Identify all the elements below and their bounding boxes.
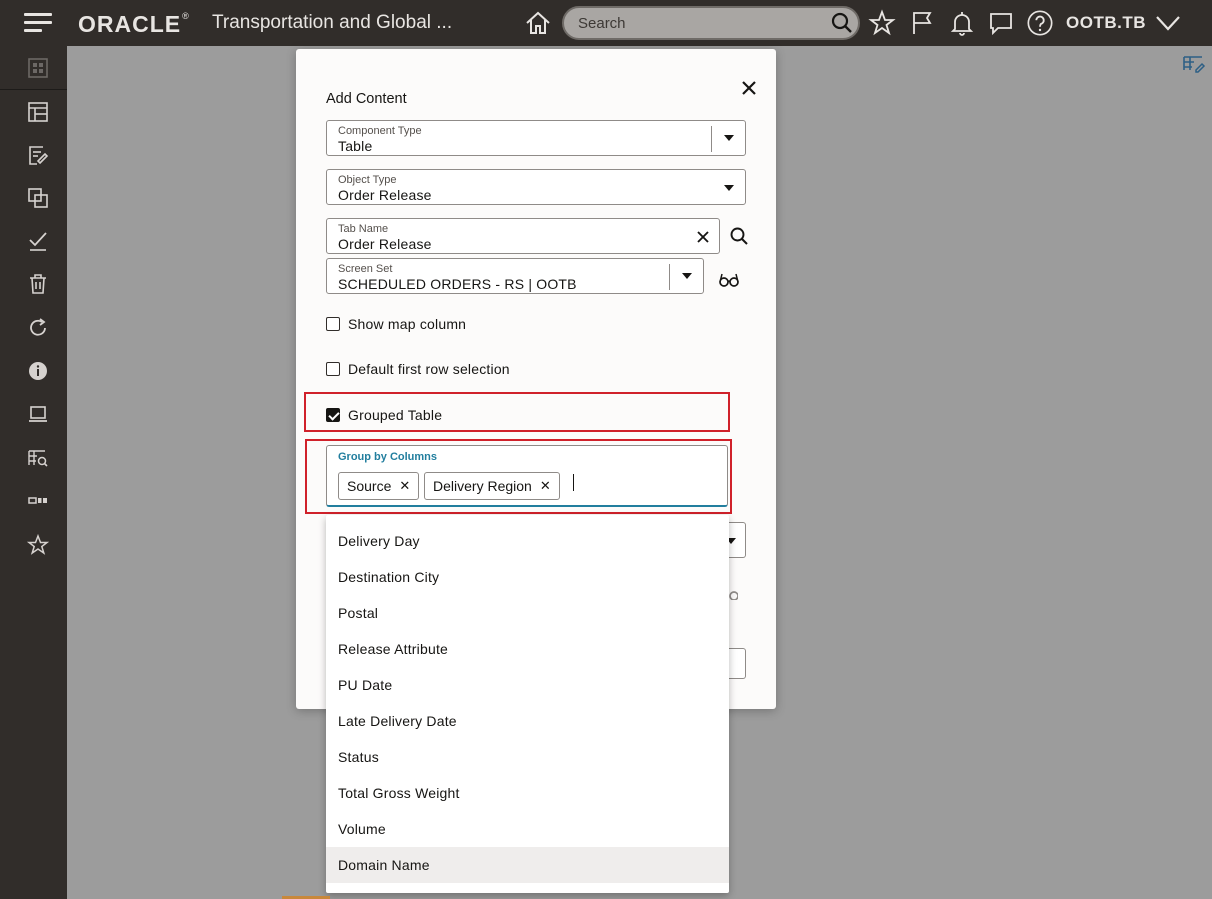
- obscured-select[interactable]: [726, 522, 746, 558]
- tab-name-search-icon[interactable]: [729, 226, 749, 246]
- tab-name-input[interactable]: Tab Name Order Release: [326, 218, 720, 254]
- component-type-label: Component Type: [338, 125, 422, 137]
- obscured-button[interactable]: [726, 648, 746, 679]
- dropdown-option[interactable]: Total Gross Weight: [326, 775, 729, 811]
- tab-name-value: Order Release: [338, 236, 432, 252]
- dropdown-option[interactable]: Postal: [326, 595, 729, 631]
- group-by-highlight: [305, 439, 732, 514]
- user-menu-label[interactable]: OOTB.TB: [1066, 13, 1146, 33]
- laptop-icon[interactable]: [24, 400, 52, 428]
- info-icon[interactable]: [24, 357, 52, 385]
- favorites-star-icon[interactable]: [868, 9, 896, 37]
- screen-set-value: SCHEDULED ORDERS - RS | OOTB: [338, 276, 577, 292]
- top-bar: ORACLE® Transportation and Global ... OO…: [0, 0, 1212, 46]
- object-type-label: Object Type: [338, 174, 397, 186]
- edit-page-icon[interactable]: [24, 141, 52, 169]
- chevron-down-icon[interactable]: [724, 185, 734, 191]
- table-settings-icon[interactable]: [1182, 54, 1206, 74]
- screen-set-label: Screen Set: [338, 263, 393, 275]
- notifications-bell-icon[interactable]: [948, 9, 976, 37]
- screen-set-select[interactable]: Screen Set SCHEDULED ORDERS - RS | OOTB: [326, 258, 704, 294]
- tab-name-label: Tab Name: [338, 223, 389, 235]
- dropdown-option[interactable]: Volume: [326, 811, 729, 847]
- approve-check-icon[interactable]: [24, 227, 52, 255]
- select-separator: [669, 264, 670, 290]
- group-by-options-dropdown: Delivery Day Destination City Postal Rel…: [326, 515, 729, 893]
- default-first-row-option[interactable]: Default first row selection: [326, 361, 510, 377]
- show-map-column-checkbox[interactable]: [326, 317, 340, 331]
- close-icon[interactable]: [738, 77, 760, 99]
- hamburger-menu-icon[interactable]: [24, 13, 52, 33]
- table-search-icon[interactable]: [24, 444, 52, 472]
- component-type-select[interactable]: Component Type Table: [326, 120, 746, 156]
- clear-icon[interactable]: [695, 229, 711, 245]
- search-input[interactable]: [578, 14, 828, 32]
- dropdown-option[interactable]: Release Attribute: [326, 631, 729, 667]
- dropdown-option[interactable]: Delivery Day: [326, 523, 729, 559]
- dropdown-option[interactable]: PU Date: [326, 667, 729, 703]
- dropdown-option[interactable]: Destination City: [326, 559, 729, 595]
- component-type-value: Table: [338, 138, 373, 154]
- view-glasses-icon[interactable]: [718, 270, 740, 290]
- app-title[interactable]: Transportation and Global ...: [212, 12, 452, 34]
- components-icon[interactable]: [24, 487, 52, 515]
- dashboard-grid-icon[interactable]: [24, 54, 52, 82]
- oracle-logo: ORACLE®: [78, 11, 190, 37]
- favorites-star-icon[interactable]: [24, 531, 52, 559]
- home-icon[interactable]: [524, 9, 552, 37]
- chat-icon[interactable]: [987, 9, 1015, 37]
- refresh-icon[interactable]: [24, 314, 52, 342]
- dialog-title: Add Content: [326, 91, 407, 107]
- copy-icon[interactable]: [24, 184, 52, 212]
- dropdown-option[interactable]: Late Delivery Date: [326, 703, 729, 739]
- left-navigation-rail: [0, 46, 67, 899]
- search-box: [562, 6, 860, 40]
- flag-icon[interactable]: [908, 9, 936, 37]
- object-type-select[interactable]: Object Type Order Release: [326, 169, 746, 205]
- dropdown-option[interactable]: Status: [326, 739, 729, 775]
- help-icon[interactable]: [1026, 9, 1054, 37]
- default-first-row-checkbox[interactable]: [326, 362, 340, 376]
- layout-panels-icon[interactable]: [24, 98, 52, 126]
- dropdown-option-hovered[interactable]: Domain Name: [326, 847, 729, 883]
- object-type-value: Order Release: [338, 187, 432, 203]
- chevron-down-icon[interactable]: [682, 273, 692, 279]
- grouped-table-highlight: [304, 392, 730, 432]
- user-menu-chevron-down-icon[interactable]: [1154, 9, 1182, 37]
- search-icon[interactable]: [830, 11, 854, 35]
- chevron-down-icon[interactable]: [724, 135, 734, 141]
- delete-trash-icon[interactable]: [24, 270, 52, 298]
- select-separator: [711, 126, 712, 152]
- rail-divider: [0, 89, 67, 90]
- default-first-row-label: Default first row selection: [348, 361, 510, 377]
- show-map-column-label: Show map column: [348, 316, 467, 332]
- show-map-column-option[interactable]: Show map column: [326, 316, 466, 332]
